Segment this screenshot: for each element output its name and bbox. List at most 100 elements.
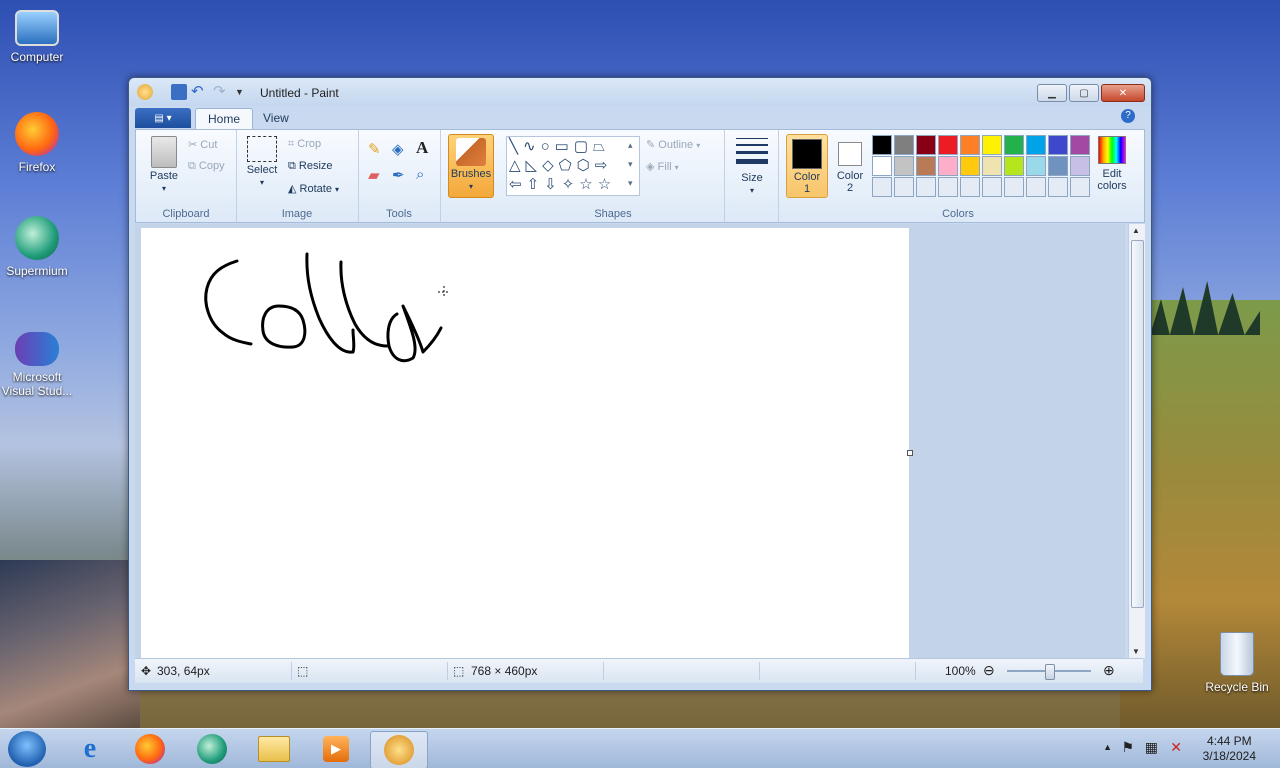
network-icon[interactable]: ▦ <box>1145 739 1158 756</box>
fill-button[interactable]: ◈ Fill ▾ <box>646 160 679 173</box>
crop-button[interactable]: ⌗ Crop <box>288 138 321 151</box>
pencil-icon[interactable]: ✎ <box>368 140 381 158</box>
edit-colors-button[interactable]: Edit colors <box>1090 134 1134 192</box>
palette-color-swatch[interactable] <box>894 135 914 155</box>
palette-color-swatch[interactable] <box>1004 156 1024 176</box>
palette-empty-swatch[interactable] <box>1048 177 1068 197</box>
palette-color-swatch[interactable] <box>1026 156 1046 176</box>
palette-color-swatch[interactable] <box>982 156 1002 176</box>
palette-color-swatch[interactable] <box>1070 156 1090 176</box>
brushes-button[interactable]: Brushes ▾ <box>448 134 494 198</box>
fill-bucket-icon[interactable]: ◈ <box>392 140 404 158</box>
zoom-in-icon[interactable]: ⊕ <box>1103 662 1115 679</box>
desktop-icon-firefox[interactable]: Firefox <box>0 112 74 174</box>
palette-color-swatch[interactable] <box>1004 135 1024 155</box>
desktop-icon-recycle-bin[interactable]: Recycle Bin <box>1200 632 1274 694</box>
shapes-row-1-icons[interactable]: ╲∿○▭▢⏢ <box>509 137 610 157</box>
undo-icon[interactable]: ↶ <box>191 84 207 100</box>
scrollbar-thumb[interactable] <box>1131 240 1144 608</box>
palette-color-swatch[interactable] <box>1070 135 1090 155</box>
shapes-row-2-icons[interactable]: △◺◇⬠⬡⇨ <box>509 156 612 176</box>
palette-color-swatch[interactable] <box>960 156 980 176</box>
outline-button[interactable]: ✎ Outline ▾ <box>646 138 700 151</box>
palette-color-swatch[interactable] <box>1048 135 1068 155</box>
clock[interactable]: 4:44 PM 3/18/2024 <box>1203 734 1256 764</box>
zoom-slider[interactable] <box>1007 664 1091 680</box>
desktop-icon-supermium[interactable]: Supermium <box>0 216 74 278</box>
palette-color-swatch[interactable] <box>960 135 980 155</box>
palette-empty-swatch[interactable] <box>1004 177 1024 197</box>
palette-empty-swatch[interactable] <box>982 177 1002 197</box>
desktop-icon-label: Computer <box>10 50 64 64</box>
tab-home[interactable]: Home <box>195 108 254 129</box>
palette-empty-swatch[interactable] <box>938 177 958 197</box>
redo-icon[interactable]: ↷ <box>213 84 229 100</box>
computer-icon <box>15 10 59 46</box>
color-picker-icon[interactable]: ✒ <box>392 166 405 184</box>
taskbar-internet-explorer[interactable]: e <box>62 731 118 767</box>
desktop-icon-computer[interactable]: Computer <box>0 10 74 64</box>
palette-empty-swatch[interactable] <box>1026 177 1046 197</box>
action-center-flag-icon[interactable]: ⚑ <box>1121 739 1134 756</box>
close-button[interactable]: ✕ <box>1101 84 1145 102</box>
color2-button[interactable]: Color 2 <box>830 134 870 196</box>
copy-button[interactable]: ⧉ Copy <box>188 160 225 173</box>
palette-color-swatch[interactable] <box>872 156 892 176</box>
color1-button[interactable]: Color 1 <box>786 134 828 198</box>
palette-color-swatch[interactable] <box>916 135 936 155</box>
shapes-scroll-icons[interactable]: ▴ ▾ ▾ <box>628 136 633 193</box>
canvas-resize-handle[interactable] <box>907 450 913 456</box>
taskbar-firefox[interactable] <box>122 731 178 767</box>
start-button[interactable] <box>8 731 46 767</box>
eraser-icon[interactable]: ▰ <box>368 166 380 184</box>
zoom-slider-thumb[interactable] <box>1045 664 1055 680</box>
select-button[interactable]: Select ▾ <box>244 136 280 188</box>
image-group-label: Image <box>281 208 313 220</box>
zoom-out-icon[interactable]: ⊖ <box>983 662 995 679</box>
title-bar[interactable]: ↶ ↷ ▼ Untitled - Paint ▁ ▢ ✕ <box>129 78 1151 106</box>
maximize-button[interactable]: ▢ <box>1069 84 1099 102</box>
size-button[interactable]: Size ▾ <box>734 136 770 196</box>
save-icon[interactable] <box>171 84 187 100</box>
shapes-row-3-icons[interactable]: ⇦⇧⇩✧☆☆ <box>509 175 616 195</box>
palette-color-swatch[interactable] <box>872 135 892 155</box>
palette-color-swatch[interactable] <box>1026 135 1046 155</box>
show-hidden-icons-icon[interactable]: ▲ <box>1103 742 1112 752</box>
paint-app-icon[interactable] <box>137 84 153 100</box>
drawing-canvas[interactable] <box>141 228 909 658</box>
tab-view[interactable]: View <box>251 108 301 128</box>
palette-color-swatch[interactable] <box>1048 156 1068 176</box>
palette-color-swatch[interactable] <box>894 156 914 176</box>
resize-button[interactable]: ⧉ Resize <box>288 160 333 173</box>
palette-empty-swatch[interactable] <box>894 177 914 197</box>
magnifier-icon[interactable]: ⌕ <box>416 166 424 183</box>
palette-empty-swatch[interactable] <box>1070 177 1090 197</box>
palette-color-swatch[interactable] <box>982 135 1002 155</box>
taskbar-media-player[interactable]: ▶ <box>308 731 364 767</box>
palette-empty-swatch[interactable] <box>916 177 936 197</box>
palette-empty-swatch[interactable] <box>960 177 980 197</box>
palette-color-swatch[interactable] <box>938 156 958 176</box>
taskbar-paint[interactable] <box>370 731 428 768</box>
taskbar-file-explorer[interactable] <box>246 731 302 767</box>
shapes-gallery[interactable]: ╲∿○▭▢⏢ △◺◇⬠⬡⇨ ⇦⇧⇩✧☆☆ <box>506 136 640 196</box>
customize-quick-access-icon[interactable]: ▼ <box>235 84 251 100</box>
palette-color-swatch[interactable] <box>938 135 958 155</box>
palette-empty-swatch[interactable] <box>872 177 892 197</box>
desktop-icon-visual-studio[interactable]: Microsoft Visual Stud... <box>0 332 74 398</box>
help-icon[interactable]: ? <box>1121 109 1135 123</box>
copy-icon: ⧉ <box>188 160 196 172</box>
paste-button[interactable]: Paste ▾ <box>144 136 184 194</box>
text-tool-icon[interactable]: A <box>416 138 428 158</box>
taskbar-supermium[interactable] <box>184 731 240 767</box>
resize-label: Resize <box>298 160 333 172</box>
scroll-down-icon[interactable]: ▼ <box>1132 647 1140 656</box>
vertical-scrollbar[interactable]: ▲ ▼ <box>1128 224 1145 658</box>
cut-button[interactable]: ✂ Cut <box>188 138 217 151</box>
palette-color-swatch[interactable] <box>916 156 936 176</box>
scroll-up-icon[interactable]: ▲ <box>1132 226 1140 235</box>
rotate-button[interactable]: ◭ Rotate ▾ <box>288 182 339 195</box>
minimize-button[interactable]: ▁ <box>1037 84 1067 102</box>
volume-muted-icon[interactable]: ✕ <box>1170 739 1182 756</box>
paint-menu-button[interactable]: ▤ ▾ <box>135 108 191 128</box>
